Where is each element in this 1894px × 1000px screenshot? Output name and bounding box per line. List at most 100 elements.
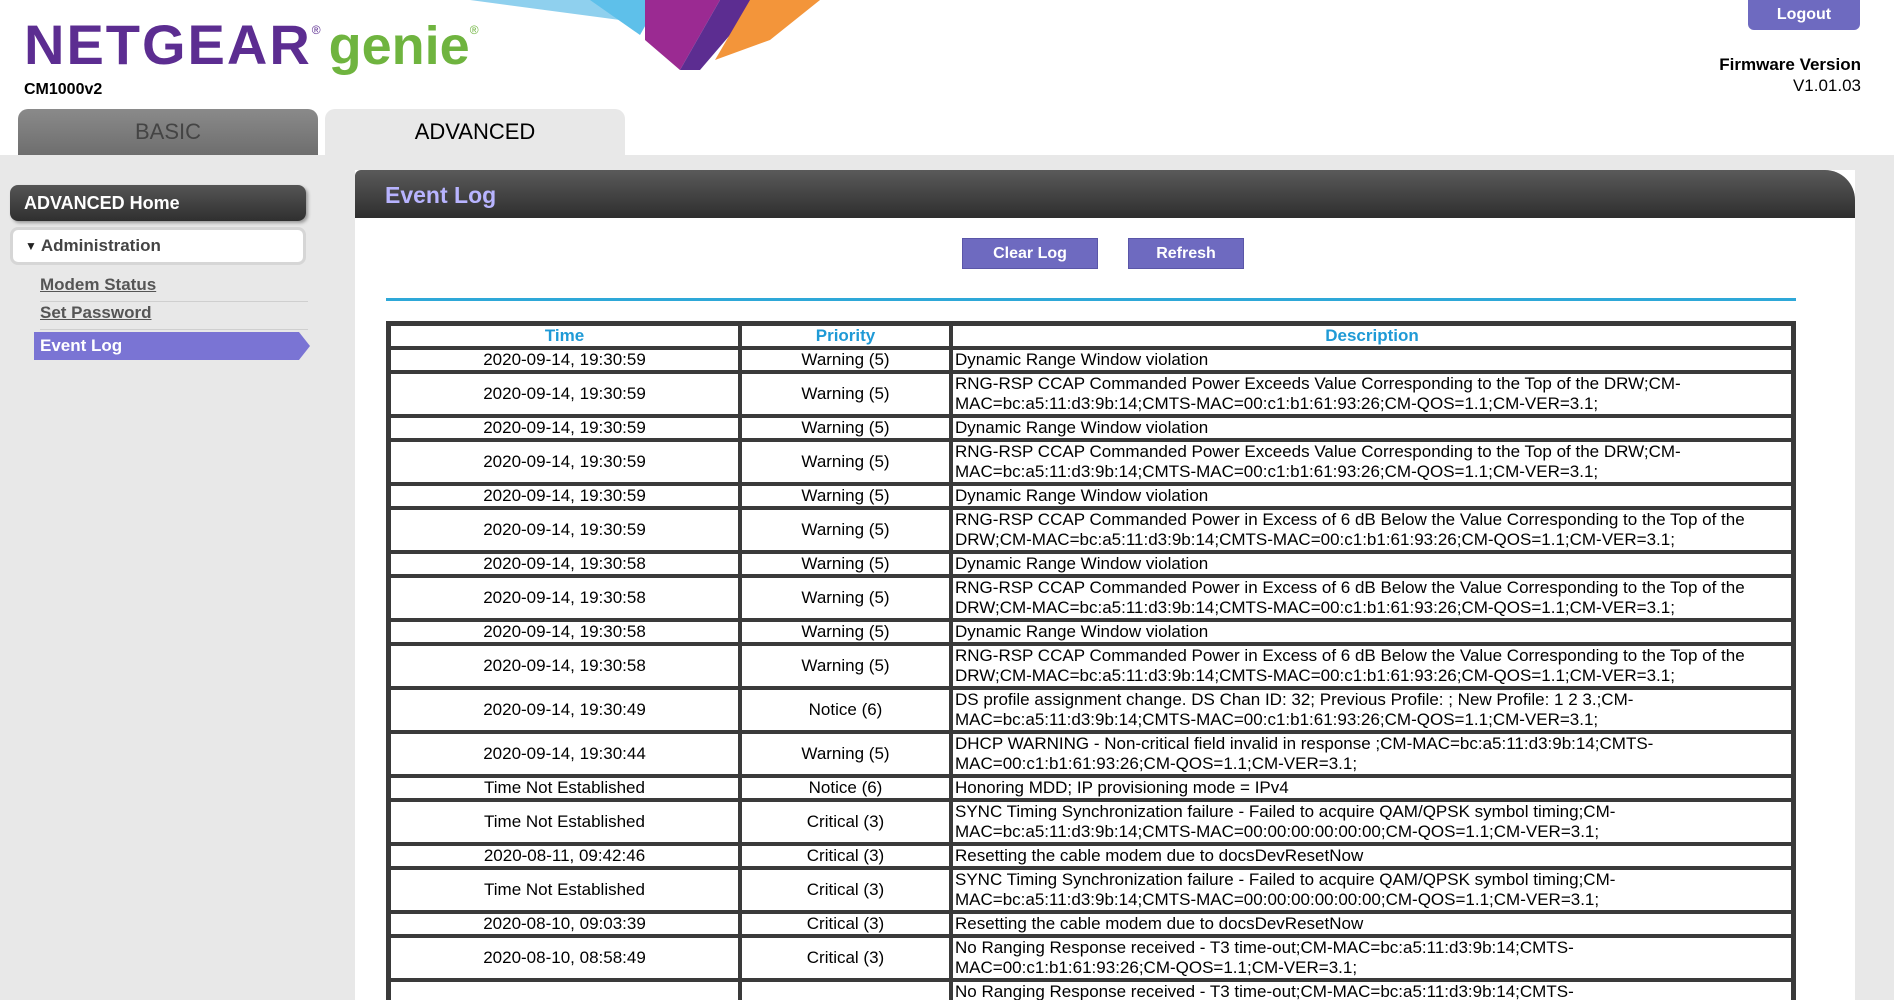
cell-description: Dynamic Range Window violation — [951, 620, 1793, 644]
table-row: 2020-09-14, 19:30:58 Warning (5) Dynamic R… — [389, 552, 1793, 576]
table-row: Time Not Established Notice (6) Honoring M… — [389, 776, 1793, 800]
cell-time: 2020-09-14, 19:30:58 — [389, 576, 740, 620]
table-row: 2020-09-14, 19:30:58 Warning (5) RNG-RSP C… — [389, 644, 1793, 688]
panel-header: Event Log — [355, 170, 1855, 218]
cell-time: 2020-09-14, 19:30:59 — [389, 440, 740, 484]
refresh-button[interactable]: Refresh — [1128, 238, 1244, 269]
cell-priority: Warning (5) — [740, 372, 951, 416]
cell-time: 2020-09-14, 19:30:59 — [389, 348, 740, 372]
table-row: 2020-09-14, 19:30:59 Warning (5) RNG-RSP C… — [389, 508, 1793, 552]
table-row: 2020-08-10, 08:58:49 Critical (3) No Rangi… — [389, 936, 1793, 980]
tab-basic[interactable]: BASIC — [18, 109, 318, 155]
cell-priority: Warning (5) — [740, 484, 951, 508]
logout-button[interactable]: Logout — [1748, 0, 1860, 30]
sidebar-item-modem-status[interactable]: Modem Status — [40, 275, 156, 295]
table-row: 2020-09-14, 19:30:59 Warning (5) RNG-RSP C… — [389, 440, 1793, 484]
sidebar-item-set-password[interactable]: Set Password — [40, 303, 152, 323]
cell-description: Dynamic Range Window violation — [951, 416, 1793, 440]
cell-priority — [740, 980, 951, 1000]
divider — [40, 329, 308, 330]
cell-time: 2020-09-14, 19:30:58 — [389, 644, 740, 688]
cell-time: Time Not Established — [389, 800, 740, 844]
cell-time: 2020-09-14, 19:30:44 — [389, 732, 740, 776]
sidebar-advanced-home[interactable]: ADVANCED Home — [10, 185, 306, 221]
netgear-genie-logo: NETGEAR ® genie ® — [24, 13, 479, 76]
clear-log-button[interactable]: Clear Log — [962, 238, 1098, 269]
cell-time: 2020-08-11, 09:42:46 — [389, 844, 740, 868]
page-header: NETGEAR ® genie ® CM1000v2 Logout Firmwa… — [0, 0, 1894, 155]
cell-priority: Warning (5) — [740, 508, 951, 552]
main-panel: Event Log Clear Log Refresh Time Priorit… — [355, 170, 1855, 1000]
cell-priority: Critical (3) — [740, 936, 951, 980]
cell-time: 2020-09-14, 19:30:49 — [389, 688, 740, 732]
brand-name: NETGEAR — [24, 13, 312, 76]
cell-description: Resetting the cable modem due to docsDev… — [951, 844, 1793, 868]
cell-description: RNG-RSP CCAP Commanded Power in Excess o… — [951, 576, 1793, 620]
cell-priority: Warning (5) — [740, 440, 951, 484]
table-row: 2020-09-14, 19:30:59 Warning (5) Dynamic R… — [389, 484, 1793, 508]
sidebar-item-event-log[interactable]: Event Log — [34, 332, 310, 360]
sidebar-section-label: Administration — [40, 236, 161, 255]
table-row: 2020-08-11, 09:42:46 Critical (3) Resettin… — [389, 844, 1793, 868]
table-row: Time Not Established Critical (3) SYNC Tim… — [389, 800, 1793, 844]
cell-priority: Warning (5) — [740, 620, 951, 644]
cell-priority: Warning (5) — [740, 348, 951, 372]
cell-priority: Warning (5) — [740, 644, 951, 688]
firmware-label: Firmware Version — [1719, 55, 1861, 74]
cell-priority: Notice (6) — [740, 688, 951, 732]
cell-description: Resetting the cable modem due to docsDev… — [951, 912, 1793, 936]
cell-priority: Warning (5) — [740, 416, 951, 440]
cell-description: Dynamic Range Window violation — [951, 348, 1793, 372]
table-row: No Ranging Response received - T3 time-o… — [389, 980, 1793, 1000]
cell-priority: Critical (3) — [740, 844, 951, 868]
cell-description: No Ranging Response received - T3 time-o… — [951, 980, 1793, 1000]
firmware-version: V1.01.03 — [1792, 76, 1861, 95]
cell-time: 2020-09-14, 19:30:59 — [389, 508, 740, 552]
cell-time: 2020-09-14, 19:30:58 — [389, 552, 740, 576]
column-header-time: Time — [389, 324, 740, 348]
cell-time — [389, 980, 740, 1000]
cell-description: DS profile assignment change. DS Chan ID… — [951, 688, 1793, 732]
cell-description: RNG-RSP CCAP Commanded Power Exceeds Val… — [951, 440, 1793, 484]
cell-description: Dynamic Range Window violation — [951, 552, 1793, 576]
page-title: Event Log — [385, 182, 497, 208]
column-header-priority: Priority — [740, 324, 951, 348]
cell-description: RNG-RSP CCAP Commanded Power Exceeds Val… — [951, 372, 1793, 416]
cell-time: 2020-09-14, 19:30:59 — [389, 372, 740, 416]
table-row: 2020-09-14, 19:30:49 Notice (6) DS profile… — [389, 688, 1793, 732]
table-row: 2020-09-14, 19:30:44 Warning (5) DHCP WARN… — [389, 732, 1793, 776]
decorative-logo-graphic — [470, 0, 820, 70]
cell-time: Time Not Established — [389, 868, 740, 912]
divider — [386, 298, 1796, 301]
event-log-table-container: Time Priority Description 2020-09-14, 19… — [386, 321, 1796, 1000]
cell-time: Time Not Established — [389, 776, 740, 800]
cell-description: DHCP WARNING - Non-critical field invali… — [951, 732, 1793, 776]
table-row: 2020-09-14, 19:30:58 Warning (5) RNG-RSP C… — [389, 576, 1793, 620]
cell-priority: Warning (5) — [740, 732, 951, 776]
table-row: Time Not Established Critical (3) SYNC Tim… — [389, 868, 1793, 912]
table-header-row: Time Priority Description — [389, 324, 1793, 348]
table-row: 2020-09-14, 19:30:59 Warning (5) Dynamic R… — [389, 416, 1793, 440]
cell-time: 2020-08-10, 09:03:39 — [389, 912, 740, 936]
cell-description: RNG-RSP CCAP Commanded Power in Excess o… — [951, 508, 1793, 552]
column-header-description: Description — [951, 324, 1793, 348]
cell-priority: Critical (3) — [740, 868, 951, 912]
triangle-down-icon: ▼ — [25, 239, 37, 253]
cell-description: RNG-RSP CCAP Commanded Power in Excess o… — [951, 644, 1793, 688]
product-name: genie — [328, 16, 470, 76]
divider — [40, 301, 308, 302]
cell-priority: Critical (3) — [740, 912, 951, 936]
cell-description: Honoring MDD; IP provisioning mode = IPv… — [951, 776, 1793, 800]
sidebar: ADVANCED Home ▼ Administration Modem Sta… — [0, 155, 320, 1000]
table-row: 2020-09-14, 19:30:59 Warning (5) RNG-RSP C… — [389, 372, 1793, 416]
table-row: 2020-08-10, 09:03:39 Critical (3) Resettin… — [389, 912, 1793, 936]
event-log-rows: 2020-09-14, 19:30:59 Warning (5) Dynamic R… — [389, 348, 1793, 1000]
tab-advanced[interactable]: ADVANCED — [325, 109, 625, 155]
cell-priority: Warning (5) — [740, 552, 951, 576]
cell-description: Dynamic Range Window violation — [951, 484, 1793, 508]
model-name: CM1000v2 — [24, 81, 103, 98]
table-row: 2020-09-14, 19:30:59 Warning (5) Dynamic R… — [389, 348, 1793, 372]
cell-time: 2020-08-10, 08:58:49 — [389, 936, 740, 980]
cell-description: No Ranging Response received - T3 time-o… — [951, 936, 1793, 980]
sidebar-section-administration[interactable]: ▼ Administration — [10, 227, 306, 265]
